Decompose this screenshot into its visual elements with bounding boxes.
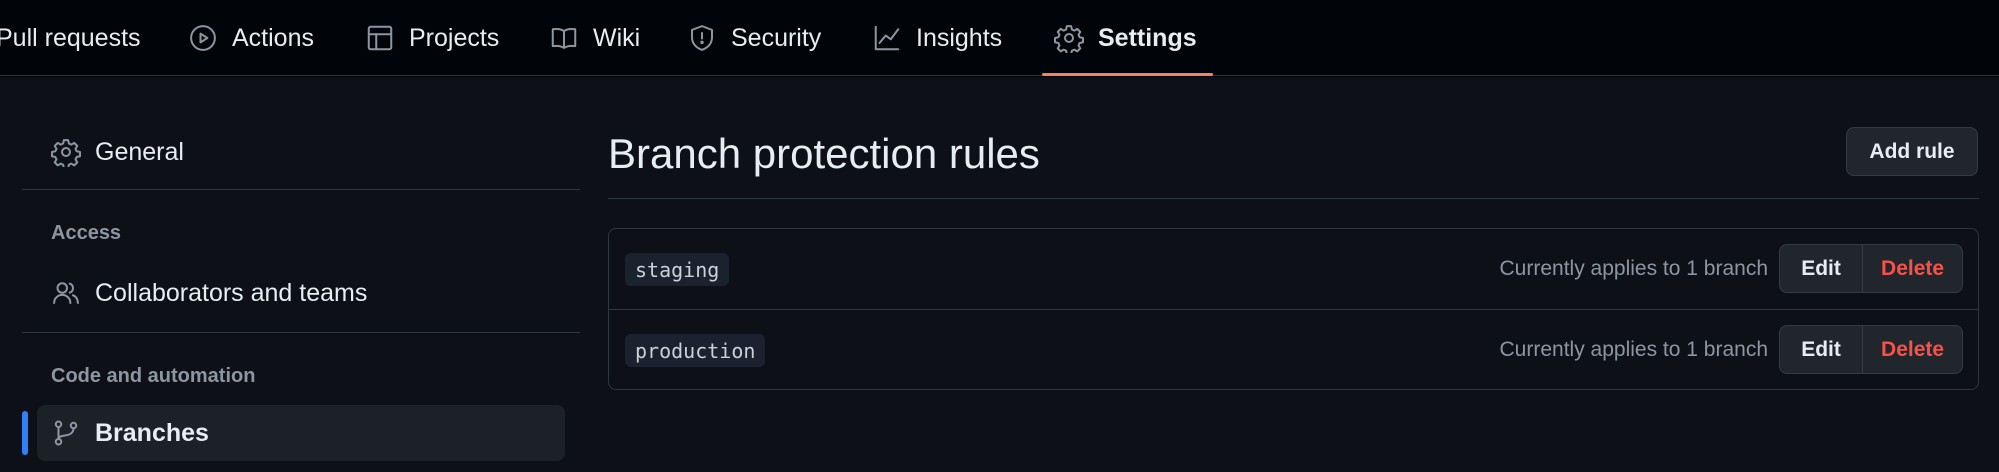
gear-icon xyxy=(51,137,81,167)
tab-label: Wiki xyxy=(593,23,641,52)
tab-label: Insights xyxy=(916,23,1003,52)
table-icon xyxy=(365,23,395,53)
applies-status: Currently applies to 1 branch xyxy=(1499,338,1768,361)
page-title: Branch protection rules xyxy=(608,130,1040,177)
tab-label: Settings xyxy=(1098,23,1197,52)
list-item: production Currently applies to 1 branch… xyxy=(609,309,1978,389)
shield-icon xyxy=(687,23,717,53)
branch-name: production xyxy=(625,334,766,367)
applies-status: Currently applies to 1 branch xyxy=(1499,257,1768,280)
tab-label: Projects xyxy=(409,23,500,52)
tab-actions[interactable]: Actions xyxy=(188,0,314,76)
gear-icon xyxy=(1054,23,1084,53)
tab-label: Pull requests xyxy=(0,23,141,52)
sidebar-divider xyxy=(22,332,580,333)
sidebar-item-label: Collaborators and teams xyxy=(95,278,368,307)
sidebar-item-general[interactable]: General xyxy=(51,132,184,172)
title-divider xyxy=(608,198,1979,199)
settings-page: General Access Collaborators and teams C… xyxy=(0,77,1999,472)
repo-nav: Pull requests Actions Projects Wiki Secu… xyxy=(0,0,1999,76)
sidebar-divider xyxy=(22,189,580,190)
sidebar-active-indicator xyxy=(22,411,28,455)
delete-button[interactable]: Delete xyxy=(1863,326,1962,373)
sidebar-heading-access: Access xyxy=(51,222,122,244)
sidebar-item-collaborators[interactable]: Collaborators and teams xyxy=(51,273,367,313)
list-item: staging Currently applies to 1 branch Ed… xyxy=(609,229,1978,309)
edit-button[interactable]: Edit xyxy=(1780,245,1864,292)
sidebar-item-branches[interactable]: Branches xyxy=(51,413,209,453)
book-icon xyxy=(549,23,579,53)
tab-pull-requests[interactable]: Pull requests xyxy=(0,0,141,76)
sidebar-item-label: General xyxy=(95,137,184,166)
tab-settings[interactable]: Settings xyxy=(1054,0,1197,76)
active-tab-underline xyxy=(1042,73,1213,76)
play-circle-icon xyxy=(188,23,218,53)
tab-label: Security xyxy=(731,23,822,52)
graph-icon xyxy=(872,23,902,53)
tab-security[interactable]: Security xyxy=(687,0,821,76)
delete-button[interactable]: Delete xyxy=(1863,245,1962,292)
rule-actions: Edit Delete xyxy=(1779,244,1963,293)
branch-rules-list: staging Currently applies to 1 branch Ed… xyxy=(608,228,1979,390)
sidebar-item-label: Branches xyxy=(95,418,209,447)
rule-actions: Edit Delete xyxy=(1779,325,1963,374)
tab-label: Actions xyxy=(232,23,314,52)
tab-wiki[interactable]: Wiki xyxy=(549,0,640,76)
tab-insights[interactable]: Insights xyxy=(872,0,1002,76)
git-branch-icon xyxy=(51,418,81,448)
branch-name: staging xyxy=(625,253,730,286)
sidebar-heading-code-automation: Code and automation xyxy=(51,365,256,387)
tab-projects[interactable]: Projects xyxy=(365,0,499,76)
people-icon xyxy=(51,278,81,308)
edit-button[interactable]: Edit xyxy=(1780,326,1864,373)
add-rule-button[interactable]: Add rule xyxy=(1846,127,1978,176)
